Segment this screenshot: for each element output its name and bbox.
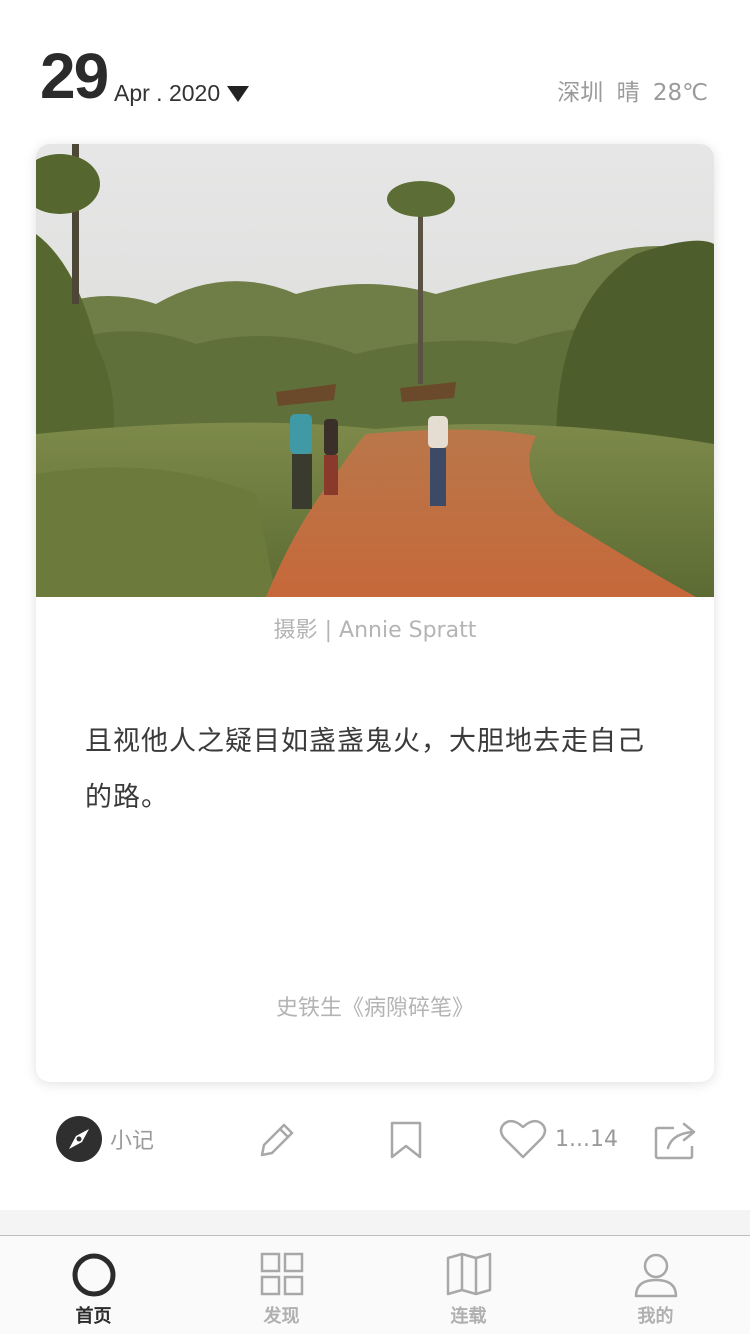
tab-me[interactable]: 我的	[562, 1236, 749, 1334]
grid-icon	[260, 1252, 303, 1296]
person-icon	[634, 1253, 677, 1298]
circle-icon	[72, 1253, 115, 1297]
tab-label: 连载	[450, 1306, 487, 1327]
date-header: 29 Apr . 2020 深圳 晴 28℃	[0, 0, 750, 140]
book-icon	[446, 1252, 491, 1296]
heart-icon	[499, 1119, 547, 1159]
card-action-bar: 小记 1...14	[0, 1100, 750, 1180]
date-month-year: Apr . 2020	[114, 80, 221, 106]
bookmark-icon	[390, 1121, 422, 1159]
daily-card[interactable]: 摄影 | Annie Spratt 且视他人之疑目如盏盏鬼火，大胆地去走自己的路…	[36, 144, 714, 1082]
tab-label: 发现	[263, 1306, 300, 1327]
like-button[interactable]: 1...14	[499, 1118, 618, 1160]
compass-icon	[56, 1116, 102, 1162]
card-photo	[36, 144, 714, 597]
note-button[interactable]: 小记	[56, 1116, 154, 1162]
pencil-icon	[260, 1123, 294, 1157]
date-picker-caret-icon[interactable]	[227, 86, 249, 102]
bottom-tab-bar: 首页 发现 连载 我的	[0, 1236, 750, 1334]
edit-button[interactable]	[256, 1119, 298, 1161]
share-icon	[654, 1122, 696, 1160]
bookmark-button[interactable]	[388, 1120, 424, 1160]
quote-source: 史铁生《病隙碎笔》	[275, 996, 474, 1021]
photo-credit: 摄影 | Annie Spratt	[273, 618, 477, 643]
date-day: 29	[40, 40, 109, 112]
tab-label: 首页	[75, 1306, 112, 1327]
tab-label: 我的	[637, 1306, 674, 1327]
weather-info: 深圳 晴 28℃	[557, 80, 708, 106]
share-button[interactable]	[654, 1120, 698, 1160]
note-label: 小记	[110, 1129, 155, 1154]
tab-home[interactable]: 首页	[0, 1236, 187, 1334]
tab-discover[interactable]: 发现	[188, 1236, 375, 1334]
quote-text: 且视他人之疑目如盏盏鬼火，大胆地去走自己的路。	[85, 726, 645, 813]
section-divider	[0, 1210, 750, 1236]
tab-serial[interactable]: 连载	[375, 1236, 562, 1334]
like-count: 1...14	[555, 1126, 618, 1152]
